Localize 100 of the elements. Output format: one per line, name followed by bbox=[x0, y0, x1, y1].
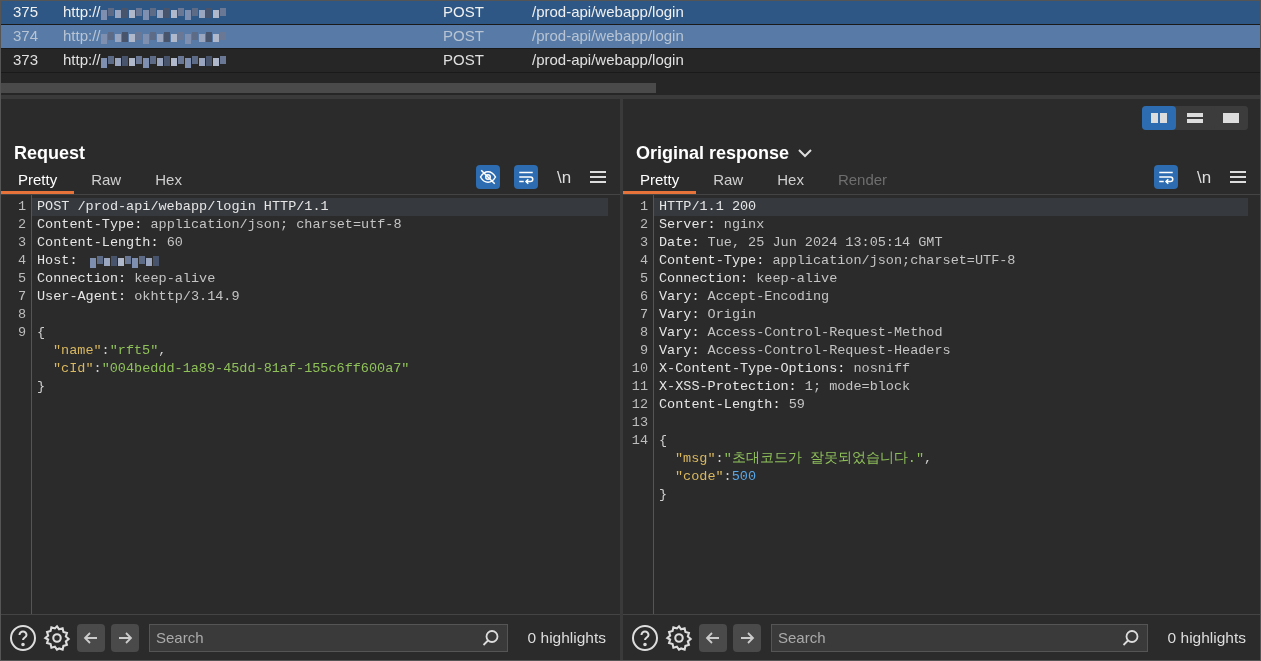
panel-title: Original response bbox=[636, 141, 790, 165]
search-field[interactable]: Search bbox=[149, 623, 508, 652]
code-token: 60 bbox=[165, 234, 183, 252]
back-button[interactable] bbox=[699, 623, 727, 652]
line-number: 8 bbox=[17, 306, 26, 324]
line-number: 12 bbox=[631, 396, 648, 414]
method-text: POST bbox=[443, 2, 485, 23]
arrow-left-icon bbox=[705, 629, 721, 646]
highlights-count: 0 highlights bbox=[1167, 627, 1246, 648]
code-token: "cId" bbox=[53, 360, 94, 378]
code-token: { bbox=[37, 324, 46, 342]
code-token: Content-Length: bbox=[37, 234, 159, 252]
line-number: 3 bbox=[639, 234, 648, 252]
code-token: nginx bbox=[722, 216, 765, 234]
help-icon[interactable] bbox=[9, 623, 37, 652]
code-token: X-XSS-Protection: bbox=[659, 378, 797, 396]
line-number: 2 bbox=[639, 216, 648, 234]
newline-toggle[interactable]: \n bbox=[552, 164, 576, 190]
search-icon[interactable] bbox=[1121, 628, 1140, 647]
tab[interactable]: Hex bbox=[138, 169, 199, 194]
line-number: 4 bbox=[639, 252, 648, 270]
code-token: keep-alive bbox=[133, 270, 216, 288]
code-token: 59 bbox=[787, 396, 805, 414]
highlights-count: 0 highlights bbox=[527, 627, 606, 648]
tab[interactable]: Raw bbox=[696, 169, 761, 194]
code-token: X-Content-Type-Options: bbox=[659, 360, 846, 378]
code-token: application/json; charset=utf-8 bbox=[149, 216, 402, 234]
eye-slash-icon bbox=[479, 168, 497, 187]
line-number: 1 bbox=[639, 198, 648, 216]
line-number: 9 bbox=[17, 324, 26, 342]
redaction-mark bbox=[89, 254, 160, 268]
code-token: "004beddd-1a89-45dd-81af-155c6ff600a7" bbox=[101, 360, 410, 378]
code-token: : bbox=[101, 342, 110, 360]
line-number: 5 bbox=[17, 270, 26, 288]
code-token: Connection: bbox=[37, 270, 127, 288]
line-number: 8 bbox=[639, 324, 648, 342]
code-token: Accept-Encoding bbox=[706, 288, 830, 306]
code-token: application/json;charset=UTF-8 bbox=[771, 252, 1016, 270]
two-columns-icon bbox=[1150, 112, 1168, 124]
wrap-lines-button[interactable] bbox=[1154, 165, 1178, 190]
menu-icon[interactable] bbox=[1230, 170, 1246, 185]
settings-icon[interactable] bbox=[43, 623, 71, 652]
history-row[interactable]: 375 http:// POST /prod-api/webapp/login bbox=[1, 1, 1260, 25]
code-token: "msg" bbox=[675, 450, 716, 468]
url-text: http:// bbox=[63, 26, 101, 47]
code-token: "rft5" bbox=[109, 342, 159, 360]
code-token: Date: bbox=[659, 234, 700, 252]
tab[interactable]: Hex bbox=[760, 169, 821, 194]
url-text: http:// bbox=[63, 2, 101, 23]
code-token: 500 bbox=[731, 468, 757, 486]
tab[interactable]: Raw bbox=[74, 169, 139, 194]
code-token: Tue, 25 Jun 2024 13:05:14 GMT bbox=[706, 234, 943, 252]
code-token: Host: bbox=[37, 252, 78, 270]
two-rows-icon bbox=[1186, 112, 1204, 124]
code-token: Connection: bbox=[659, 270, 749, 288]
forward-button[interactable] bbox=[733, 623, 761, 652]
code-token: User-Agent: bbox=[37, 288, 127, 306]
help-icon[interactable] bbox=[631, 623, 659, 652]
code-token: , bbox=[158, 342, 167, 360]
code-token: Vary: bbox=[659, 288, 700, 306]
code-token: keep-alive bbox=[755, 270, 838, 288]
code-token: Access-Control-Request-Headers bbox=[706, 342, 951, 360]
newline-toggle[interactable]: \n bbox=[1192, 164, 1216, 190]
scrollbar[interactable] bbox=[1, 83, 656, 93]
code-token: "name" bbox=[53, 342, 102, 360]
tab[interactable]: Pretty bbox=[1, 169, 75, 194]
line-number: 9 bbox=[639, 342, 648, 360]
line-number: 6 bbox=[639, 288, 648, 306]
line-number: 3 bbox=[17, 234, 26, 252]
code-token: okhttp/3.14.9 bbox=[133, 288, 240, 306]
arrow-right-icon bbox=[739, 629, 755, 646]
arrow-right-icon bbox=[117, 629, 133, 646]
code-token: "초대코드가 잘못되었습니다." bbox=[723, 450, 925, 468]
back-button[interactable] bbox=[77, 623, 105, 652]
code-token: Content-Type: bbox=[37, 216, 143, 234]
menu-icon[interactable] bbox=[590, 170, 606, 185]
tab[interactable]: Pretty bbox=[623, 169, 697, 194]
method-text: POST bbox=[443, 50, 485, 71]
columns-layout-button[interactable] bbox=[1142, 106, 1176, 130]
code-token: : bbox=[723, 468, 732, 486]
chevron-down-icon[interactable] bbox=[797, 147, 814, 159]
code-token: Content-Length: bbox=[659, 396, 781, 414]
search-field[interactable]: Search bbox=[771, 623, 1148, 652]
code-token: { bbox=[659, 432, 668, 450]
line-number: 5 bbox=[639, 270, 648, 288]
single-pane-icon bbox=[1222, 112, 1240, 124]
code-token: HTTP/1.1 200 bbox=[659, 198, 757, 216]
forward-button[interactable] bbox=[111, 623, 139, 652]
code-token: , bbox=[924, 450, 933, 468]
row-number: 373 bbox=[12, 50, 40, 71]
method-text: POST bbox=[443, 26, 485, 47]
code-token: Origin bbox=[706, 306, 757, 324]
wrap-lines-button[interactable] bbox=[514, 165, 538, 190]
settings-icon[interactable] bbox=[665, 623, 693, 652]
eye-slash-button[interactable] bbox=[476, 165, 500, 190]
row-number: 374 bbox=[12, 26, 40, 47]
code-token: nosniff bbox=[852, 360, 911, 378]
code-token: 1; mode=block bbox=[803, 378, 911, 396]
code-token: } bbox=[37, 378, 46, 396]
search-icon[interactable] bbox=[481, 628, 500, 647]
